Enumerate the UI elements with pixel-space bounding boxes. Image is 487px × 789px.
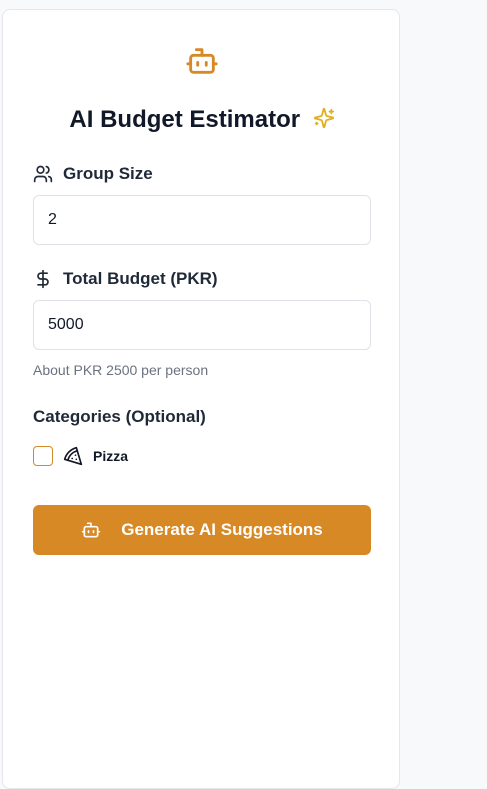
bot-icon: [186, 48, 218, 74]
group-size-label-row: Group Size: [33, 162, 153, 186]
categories-heading: Categories (Optional): [33, 407, 206, 426]
budget-input[interactable]: [33, 300, 371, 350]
sparkles-icon: [313, 107, 334, 129]
generate-button-label: Generate AI Suggestions: [121, 520, 323, 539]
pizza-icon: [63, 446, 83, 466]
per-person-hint: About PKR 2500 per person: [33, 362, 209, 378]
generate-suggestions-button[interactable]: Generate AI Suggestions: [33, 505, 371, 555]
bot-icon: [82, 522, 101, 538]
category-label: Pizza: [93, 448, 129, 464]
group-size-label: Group Size: [63, 164, 153, 183]
pizza-checkbox[interactable]: [33, 446, 53, 466]
users-icon: [33, 165, 53, 183]
dollar-icon: [37, 269, 49, 289]
group-size-input[interactable]: [33, 195, 371, 245]
title-row: AI Budget Estimator: [3, 106, 401, 134]
estimator-panel: AI Budget Estimator Group Size Total Bud…: [2, 9, 400, 789]
page-title: AI Budget Estimator: [69, 106, 301, 133]
category-item-pizza[interactable]: Pizza: [33, 445, 128, 467]
budget-label: Total Budget (PKR): [63, 269, 218, 288]
budget-label-row: Total Budget (PKR): [33, 267, 218, 291]
